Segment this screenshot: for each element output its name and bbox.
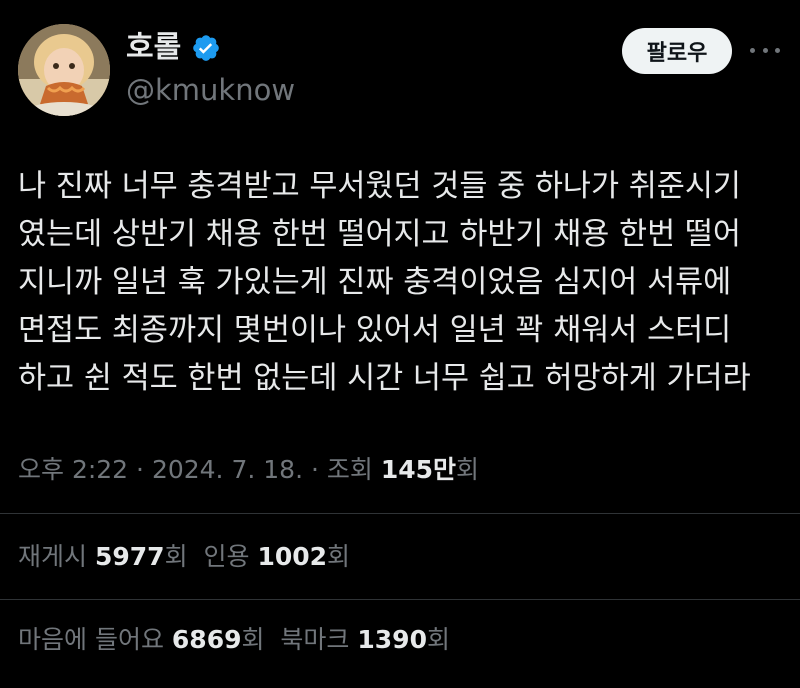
display-name[interactable]: 호롤: [126, 30, 181, 66]
meta-separator: ·: [303, 455, 327, 484]
views-label: 조회: [326, 455, 373, 484]
tweet-text-line: 였는데 상반기 채용 한번 떨어지고 하반기 채용 한번 떨어: [18, 217, 741, 252]
retweets-stat[interactable]: 재게시 5977회: [18, 542, 188, 571]
quotes-label: 인용: [203, 542, 250, 571]
follow-button[interactable]: 팔로우: [622, 28, 732, 74]
user-handle[interactable]: @kmuknow: [126, 72, 295, 108]
more-horizontal-icon[interactable]: [750, 38, 780, 62]
avatar[interactable]: [18, 24, 110, 116]
more-dot: [775, 47, 780, 53]
more-dot: [750, 47, 755, 53]
retweets-count: 5977: [94, 542, 165, 571]
quotes-suffix: 회: [327, 542, 351, 571]
views-suffix: 회: [456, 455, 480, 484]
quotes-count: 1002: [257, 542, 328, 571]
verified-badge-icon: [191, 33, 221, 63]
engagement-row-1: 재게시 5977회 인용 1002회: [18, 537, 350, 577]
bookmarks-label: 북마크: [280, 625, 350, 654]
meta-separator: ·: [128, 455, 152, 484]
tweet-text: 나 진짜 너무 충격받고 무서웠던 것들 중 하나가 취준시기 였는데 상반기 …: [18, 163, 788, 403]
tweet-time[interactable]: 오후 2:22: [18, 455, 128, 484]
views-count: 145만: [380, 455, 457, 484]
divider: [0, 513, 800, 514]
bookmarks-stat[interactable]: 북마크 1390회: [280, 625, 450, 654]
author-name-row: 호롤: [126, 30, 221, 66]
divider: [0, 599, 800, 600]
tweet-text-line: 나 진짜 너무 충격받고 무서웠던 것들 중 하나가 취준시기: [18, 169, 741, 204]
tweet-text-line: 지니까 일년 훅 가있는게 진짜 충격이었음 심지어 서류에: [18, 265, 732, 300]
likes-suffix: 회: [241, 625, 265, 654]
likes-stat[interactable]: 마음에 들어요 6869회: [18, 625, 265, 654]
tweet-meta: 오후 2:22 · 2024. 7. 18. · 조회 145만회: [18, 450, 479, 490]
likes-count: 6869: [171, 625, 242, 654]
quotes-stat[interactable]: 인용 1002회: [203, 542, 350, 571]
more-dot: [762, 47, 768, 53]
tweet-date[interactable]: 2024. 7. 18.: [152, 455, 303, 484]
retweets-label: 재게시: [18, 542, 88, 571]
likes-label: 마음에 들어요: [18, 625, 164, 654]
retweets-suffix: 회: [164, 542, 188, 571]
bookmarks-count: 1390: [357, 625, 427, 654]
tweet-text-line: 면접도 최종까지 몇번이나 있어서 일년 꽉 채워서 스터디: [18, 313, 732, 348]
engagement-row-2: 마음에 들어요 6869회 북마크 1390회: [18, 620, 450, 660]
tweet-text-line: 하고 쉰 적도 한번 없는데 시간 너무 쉽고 허망하게 가더라: [18, 361, 751, 396]
bookmarks-suffix: 회: [426, 625, 450, 654]
avatar-image: [18, 24, 110, 116]
